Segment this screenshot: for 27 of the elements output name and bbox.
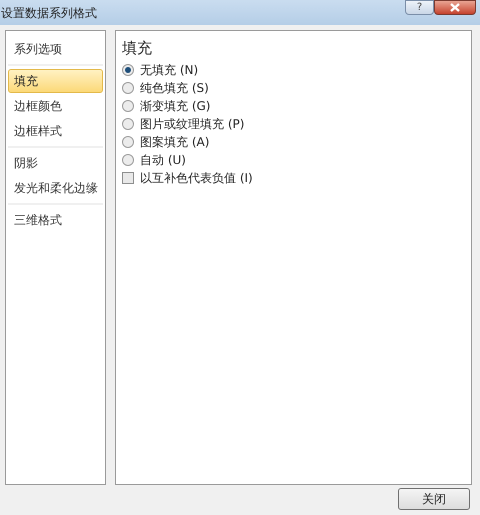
checkbox[interactable]: [122, 172, 134, 184]
option-label: 渐变填充 (G): [140, 98, 210, 115]
option-label: 图案填充 (A): [140, 134, 210, 151]
close-dialog-button[interactable]: 关闭: [398, 488, 470, 510]
radio-button[interactable]: [122, 136, 134, 148]
option-label: 图片或纹理填充 (P): [140, 116, 244, 133]
sidebar-item[interactable]: 系列选项: [8, 37, 103, 61]
radio-button[interactable]: [122, 154, 134, 166]
option-label: 自动 (U): [140, 152, 186, 169]
radio-button[interactable]: [122, 82, 134, 94]
help-button[interactable]: ?: [405, 0, 434, 15]
radio-button[interactable]: [122, 118, 134, 130]
sidebar-item[interactable]: 边框颜色: [8, 94, 103, 118]
option-label: 无填充 (N): [140, 62, 198, 79]
sidebar-item[interactable]: 填充: [8, 69, 103, 93]
sidebar-item[interactable]: 发光和柔化边缘: [8, 176, 103, 200]
sidebar-item[interactable]: 边框样式: [8, 119, 103, 143]
window-title: 设置数据系列格式: [1, 5, 97, 22]
sidebar-item[interactable]: 阴影: [8, 151, 103, 175]
option-label: 纯色填充 (S): [140, 80, 209, 97]
section-heading: 填充: [122, 38, 153, 59]
sidebar-item[interactable]: 三维格式: [8, 208, 103, 232]
radio-button[interactable]: [122, 64, 134, 76]
close-button[interactable]: [434, 0, 476, 15]
close-icon: [449, 3, 461, 12]
radio-button[interactable]: [122, 100, 134, 112]
option-label: 以互补色代表负值 (I): [140, 170, 253, 187]
